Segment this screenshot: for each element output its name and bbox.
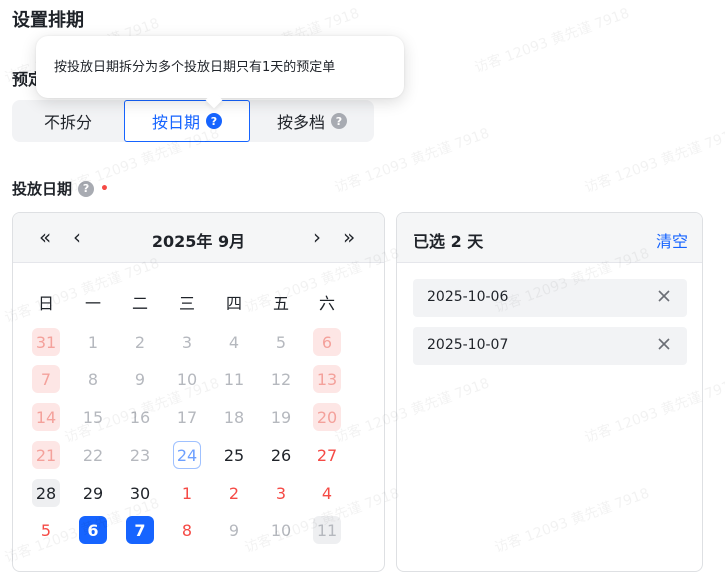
- calendar-day[interactable]: 18: [220, 403, 248, 431]
- calendar-day[interactable]: 1: [79, 328, 107, 356]
- calendar-day[interactable]: 19: [267, 403, 295, 431]
- clear-button[interactable]: 清空: [656, 228, 688, 252]
- split-option-multi-tier[interactable]: 按多档 ?: [250, 100, 374, 142]
- watermark-text: 访客 12093 黄先谨 7918: [582, 125, 725, 197]
- calendar-day[interactable]: 12: [267, 365, 295, 393]
- calendar-day[interactable]: 16: [126, 403, 154, 431]
- split-option-label: 按日期: [151, 113, 200, 132]
- calendar-day[interactable]: 30: [126, 479, 154, 507]
- calendar-day[interactable]: 28: [32, 479, 60, 507]
- field-label-delivery-date: 投放日期 ? •: [12, 178, 109, 199]
- help-icon[interactable]: ?: [206, 113, 222, 129]
- required-mark: •: [100, 180, 109, 197]
- weekday-label: 四: [225, 294, 242, 313]
- weekday-label: 三: [178, 294, 195, 313]
- calendar-month-title: 2025年 9月: [151, 232, 246, 251]
- field-label-text: 投放日期: [12, 180, 73, 198]
- watermark-text: 访客 12093 黄先谨 7918: [472, 5, 632, 77]
- split-mode-segmented: 不拆分 按日期 ? 按多档 ?: [12, 100, 374, 142]
- weekday-label: 日: [37, 294, 54, 313]
- calendar-day[interactable]: 1: [173, 479, 201, 507]
- calendar-day[interactable]: 7: [32, 365, 60, 393]
- selected-dates-header: 已选 2 天 清空: [397, 213, 702, 263]
- calendar-day[interactable]: 26: [267, 441, 295, 469]
- close-icon[interactable]: [655, 287, 673, 305]
- calendar-day[interactable]: 22: [79, 441, 107, 469]
- calendar-day[interactable]: 4: [220, 328, 248, 356]
- calendar-day[interactable]: 2: [126, 328, 154, 356]
- selected-date-text: 2025-10-07: [427, 337, 509, 353]
- calendar-day[interactable]: 31: [32, 328, 60, 356]
- calendar-day[interactable]: 10: [267, 516, 295, 544]
- calendar-day[interactable]: 14: [32, 403, 60, 431]
- calendar-day[interactable]: 13: [313, 365, 341, 393]
- calendar-day[interactable]: 5: [32, 516, 60, 544]
- calendar-day[interactable]: 20: [313, 403, 341, 431]
- calendar-day[interactable]: 3: [267, 479, 295, 507]
- tooltip-text: 按投放日期拆分为多个投放日期只有1天的预定单: [54, 59, 336, 75]
- split-option-by-date[interactable]: 按日期 ?: [124, 100, 250, 142]
- calendar-day[interactable]: 23: [126, 441, 154, 469]
- tooltip: 按投放日期拆分为多个投放日期只有1天的预定单: [36, 36, 404, 98]
- calendar-day[interactable]: 6: [313, 328, 341, 356]
- weekday-label: 六: [318, 294, 335, 313]
- next-year-icon[interactable]: »: [343, 226, 355, 248]
- next-month-icon[interactable]: ›: [313, 226, 321, 248]
- help-icon[interactable]: ?: [78, 180, 95, 197]
- calendar-day[interactable]: 25: [220, 441, 248, 469]
- calendar-day[interactable]: 10: [173, 365, 201, 393]
- calendar-header: « ‹ 2025年 9月 › »: [13, 213, 384, 263]
- calendar-day[interactable]: 5: [267, 328, 295, 356]
- calendar-day[interactable]: 27: [313, 441, 341, 469]
- calendar-day[interactable]: 21: [32, 441, 60, 469]
- selected-date-item: 2025-10-07: [413, 327, 687, 365]
- split-option-label: 按多档: [276, 113, 325, 132]
- calendar-day[interactable]: 29: [79, 479, 107, 507]
- calendar-day[interactable]: 8: [79, 365, 107, 393]
- calendar-day[interactable]: 9: [220, 516, 248, 544]
- selected-dates-panel: 已选 2 天 清空 2025-10-06 2025-10-07: [396, 212, 703, 572]
- calendar-day[interactable]: 9: [126, 365, 154, 393]
- calendar-day[interactable]: 7: [126, 516, 154, 544]
- calendar-day[interactable]: 3: [173, 328, 201, 356]
- help-icon[interactable]: ?: [331, 113, 347, 129]
- weekday-label: 二: [131, 294, 148, 313]
- calendar-day[interactable]: 17: [173, 403, 201, 431]
- calendar-day[interactable]: 4: [313, 479, 341, 507]
- split-option-none[interactable]: 不拆分: [12, 100, 124, 142]
- selected-count-title: 已选 2 天: [413, 232, 484, 251]
- split-option-label: 不拆分: [43, 113, 92, 132]
- section-title: 设置排期: [12, 10, 84, 31]
- calendar-day[interactable]: 2: [220, 479, 248, 507]
- weekday-label: 一: [84, 294, 101, 313]
- calendar-panel: « ‹ 2025年 9月 › » 日一二三四五六 31 1 2 3 4 5 6 7 8 9 10 11 1…: [12, 212, 385, 572]
- calendar-day[interactable]: 15: [79, 403, 107, 431]
- weekday-label: 五: [272, 294, 289, 313]
- close-icon[interactable]: [655, 335, 673, 353]
- selected-date-text: 2025-10-06: [427, 289, 509, 305]
- calendar-day[interactable]: 6: [79, 516, 107, 544]
- calendar-day[interactable]: 24: [173, 441, 201, 469]
- calendar-day[interactable]: 8: [173, 516, 201, 544]
- calendar-day[interactable]: 11: [313, 516, 341, 544]
- calendar-day[interactable]: 11: [220, 365, 248, 393]
- selected-date-item: 2025-10-06: [413, 279, 687, 317]
